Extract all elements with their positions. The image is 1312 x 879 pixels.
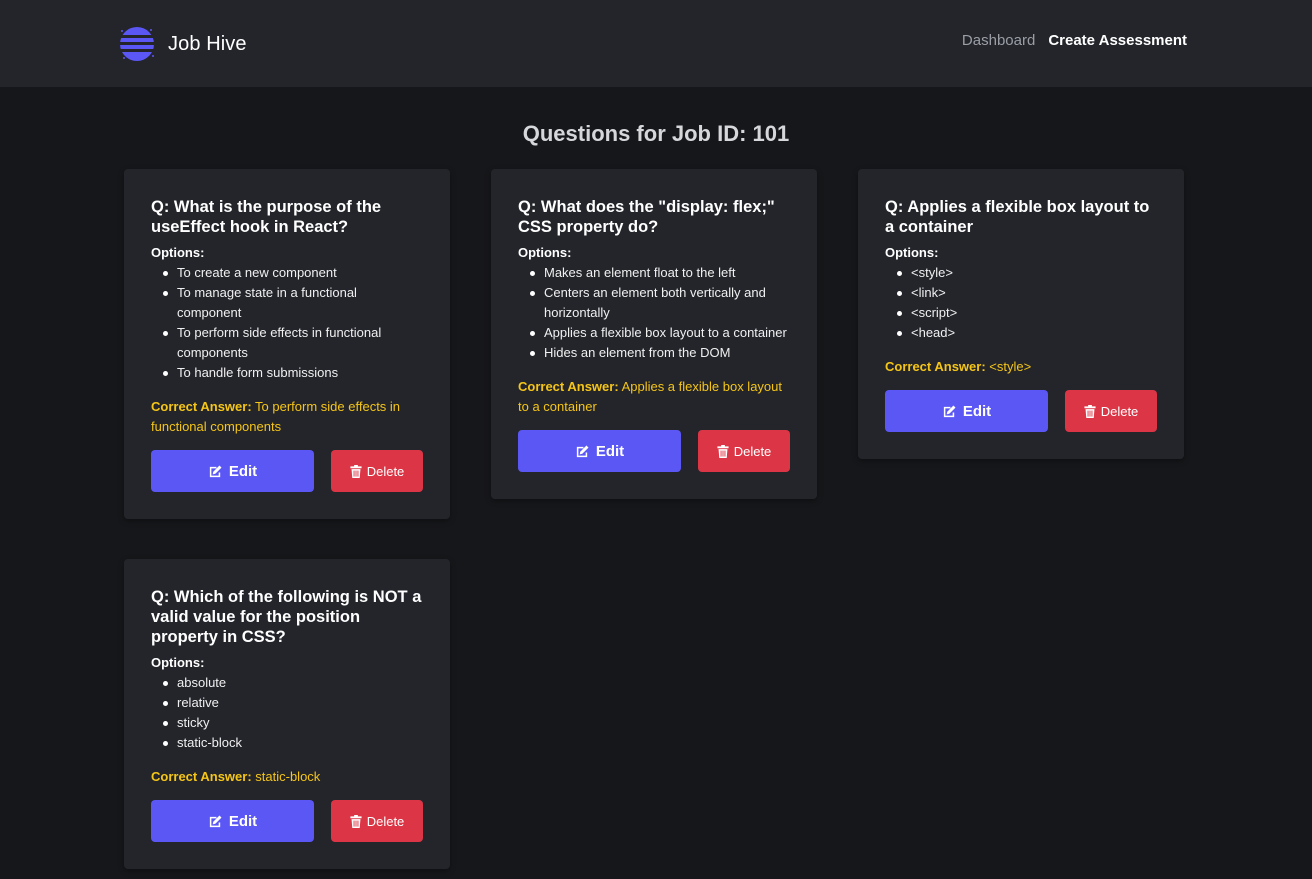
correct-answer: Correct Answer: To perform side effects …: [151, 397, 423, 437]
option-item: <script>: [893, 303, 1157, 323]
question-text: Q: Which of the following is NOT a valid…: [151, 588, 422, 646]
options-list: Makes an element float to the left Cente…: [526, 263, 790, 363]
option-item: relative: [159, 693, 423, 713]
question-text: Q: What does the "display: flex;" CSS pr…: [518, 198, 775, 236]
nav-link-dashboard[interactable]: Dashboard: [962, 32, 1035, 49]
correct-answer: Correct Answer: <style>: [885, 357, 1157, 377]
options-label: Options:: [151, 245, 205, 260]
brand-name: Job Hive: [168, 32, 247, 55]
option-item: absolute: [159, 673, 423, 693]
trash-icon: [350, 814, 362, 828]
delete-button[interactable]: Delete: [698, 430, 790, 472]
delete-label: Delete: [366, 463, 405, 479]
correct-answer: Correct Answer: static-block: [151, 767, 423, 787]
delete-button[interactable]: Delete: [331, 450, 423, 492]
edit-label: Edit: [595, 442, 625, 460]
correct-answer-value: static-block: [255, 769, 321, 784]
card-actions: Edit Delete: [885, 390, 1157, 432]
options-label: Options:: [885, 245, 939, 260]
card-actions: Edit Delete: [151, 800, 423, 842]
option-item: <head>: [893, 323, 1157, 343]
correct-answer-label: Correct Answer:: [151, 769, 252, 784]
edit-button[interactable]: Edit: [518, 430, 681, 472]
edit-icon: [209, 465, 222, 477]
option-item: <link>: [893, 283, 1157, 303]
option-item: static-block: [159, 733, 423, 753]
option-item: To handle form submissions: [159, 363, 423, 383]
trash-icon: [717, 444, 729, 458]
delete-label: Delete: [1100, 403, 1139, 419]
delete-label: Delete: [366, 813, 405, 829]
option-item: To perform side effects in functional co…: [159, 323, 423, 363]
option-item: To create a new component: [159, 263, 423, 283]
question-card: Q: Applies a flexible box layout to a co…: [858, 169, 1184, 459]
edit-icon: [943, 405, 956, 417]
edit-button[interactable]: Edit: [151, 450, 314, 492]
edit-button[interactable]: Edit: [151, 800, 314, 842]
options-list: To create a new component To manage stat…: [159, 263, 423, 383]
question-card: Q: What does the "display: flex;" CSS pr…: [491, 169, 817, 499]
trash-icon: [350, 464, 362, 478]
option-item: sticky: [159, 713, 423, 733]
correct-answer-label: Correct Answer:: [151, 399, 252, 414]
option-item: Makes an element float to the left: [526, 263, 790, 283]
question-text: Q: Applies a flexible box layout to a co…: [885, 198, 1150, 236]
brand-link[interactable]: Job Hive: [118, 24, 247, 64]
nav-links: Dashboard Create Assessment: [962, 32, 1187, 49]
beehive-logo-icon: [120, 27, 154, 61]
nav-link-create-assessment[interactable]: Create Assessment: [1048, 32, 1187, 49]
delete-button[interactable]: Delete: [331, 800, 423, 842]
question-text: Q: What is the purpose of the useEffect …: [151, 198, 382, 236]
option-item: To manage state in a functional componen…: [159, 283, 423, 323]
correct-answer: Correct Answer: Applies a flexible box l…: [518, 377, 790, 417]
question-card: Q: Which of the following is NOT a valid…: [124, 559, 450, 869]
options-list: absolute relative sticky static-block: [159, 673, 423, 753]
question-card: Q: What is the purpose of the useEffect …: [124, 169, 450, 519]
option-item: Hides an element from the DOM: [526, 343, 790, 363]
option-item: Applies a flexible box layout to a conta…: [526, 323, 790, 343]
navbar: Job Hive Dashboard Create Assessment: [0, 0, 1312, 87]
correct-answer-value: <style>: [989, 359, 1032, 374]
edit-icon: [209, 815, 222, 827]
options-label: Options:: [518, 245, 572, 260]
edit-label: Edit: [228, 462, 258, 480]
option-item: <style>: [893, 263, 1157, 283]
delete-label: Delete: [733, 443, 772, 459]
options-list: <style> <link> <script> <head>: [893, 263, 1157, 343]
correct-answer-label: Correct Answer:: [885, 359, 986, 374]
edit-button[interactable]: Edit: [885, 390, 1048, 432]
options-label: Options:: [151, 655, 205, 670]
page-title: Questions for Job ID: 101: [522, 121, 790, 146]
trash-icon: [1084, 404, 1096, 418]
card-actions: Edit Delete: [151, 450, 423, 492]
delete-button[interactable]: Delete: [1065, 390, 1157, 432]
option-item: Centers an element both vertically and h…: [526, 283, 790, 323]
card-actions: Edit Delete: [518, 430, 790, 472]
edit-label: Edit: [228, 812, 258, 830]
correct-answer-label: Correct Answer:: [518, 379, 619, 394]
edit-icon: [576, 445, 589, 457]
edit-label: Edit: [962, 402, 992, 420]
